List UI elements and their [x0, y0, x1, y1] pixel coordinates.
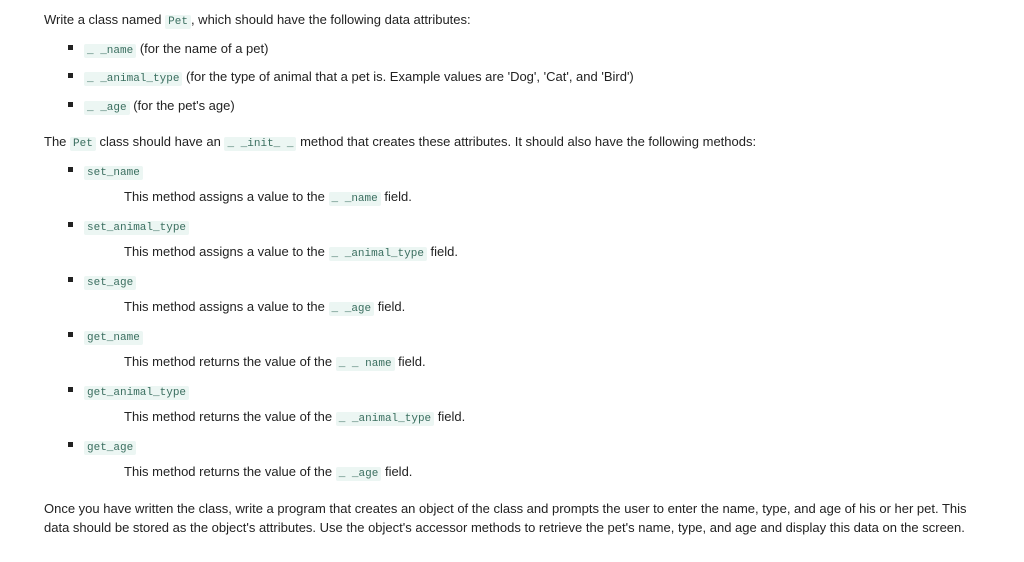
list-item: _ _age (for the pet's age)	[68, 96, 980, 117]
list-item: get_animal_type This method returns the …	[68, 381, 980, 428]
field-code: _ _name	[329, 192, 381, 206]
methods-intro-paragraph: The Pet class should have an _ _init_ _ …	[44, 132, 980, 153]
list-item: _ _name (for the name of a pet)	[68, 39, 980, 60]
list-item: set_animal_type This method assigns a va…	[68, 216, 980, 263]
attr-code: _ _name	[84, 44, 136, 58]
attributes-list: _ _name (for the name of a pet) _ _anima…	[44, 39, 980, 117]
list-item: _ _animal_type (for the type of animal t…	[68, 67, 980, 88]
intro-text-before: Write a class named	[44, 12, 165, 27]
attr-code: _ _animal_type	[84, 72, 182, 86]
method-name-code: set_name	[84, 166, 143, 180]
document-body: { "intro": { "text_before": "Write a cla…	[0, 0, 1024, 562]
init-code: _ _init_ _	[224, 137, 296, 151]
list-item: set_age This method assigns a value to t…	[68, 271, 980, 318]
method-desc: This method assigns a value to the _ _na…	[124, 187, 980, 208]
field-code: _ _age	[329, 302, 375, 316]
method-desc: This method assigns a value to the _ _ag…	[124, 297, 980, 318]
field-code: _ _animal_type	[336, 412, 434, 426]
class-name-code: Pet	[165, 15, 191, 29]
mid-a: The	[44, 134, 70, 149]
intro-paragraph: Write a class named Pet, which should ha…	[44, 10, 980, 31]
method-name-code: get_animal_type	[84, 386, 189, 400]
mid-b: class should have an	[96, 134, 225, 149]
mid-c: method that creates these attributes. It…	[296, 134, 756, 149]
list-item: get_name This method returns the value o…	[68, 326, 980, 373]
attr-code: _ _age	[84, 101, 130, 115]
method-name-code: set_animal_type	[84, 221, 189, 235]
class-name-code: Pet	[70, 137, 96, 151]
methods-list: set_name This method assigns a value to …	[44, 161, 980, 483]
method-desc: This method returns the value of the _ _…	[124, 352, 980, 373]
field-code: _ _ name	[336, 357, 395, 371]
field-code: _ _age	[336, 467, 382, 481]
method-desc: This method returns the value of the _ _…	[124, 462, 980, 483]
attr-desc: (for the name of a pet)	[136, 41, 268, 56]
method-desc: This method returns the value of the _ _…	[124, 407, 980, 428]
method-name-code: get_age	[84, 441, 136, 455]
method-desc: This method assigns a value to the _ _an…	[124, 242, 980, 263]
list-item: get_age This method returns the value of…	[68, 436, 980, 483]
field-code: _ _animal_type	[329, 247, 427, 261]
method-name-code: get_name	[84, 331, 143, 345]
attr-desc: (for the pet's age)	[130, 98, 235, 113]
list-item: set_name This method assigns a value to …	[68, 161, 980, 208]
method-name-code: set_age	[84, 276, 136, 290]
attr-desc: (for the type of animal that a pet is. E…	[182, 69, 633, 84]
intro-text-after: , which should have the following data a…	[191, 12, 471, 27]
outro-paragraph: Once you have written the class, write a…	[44, 499, 980, 538]
